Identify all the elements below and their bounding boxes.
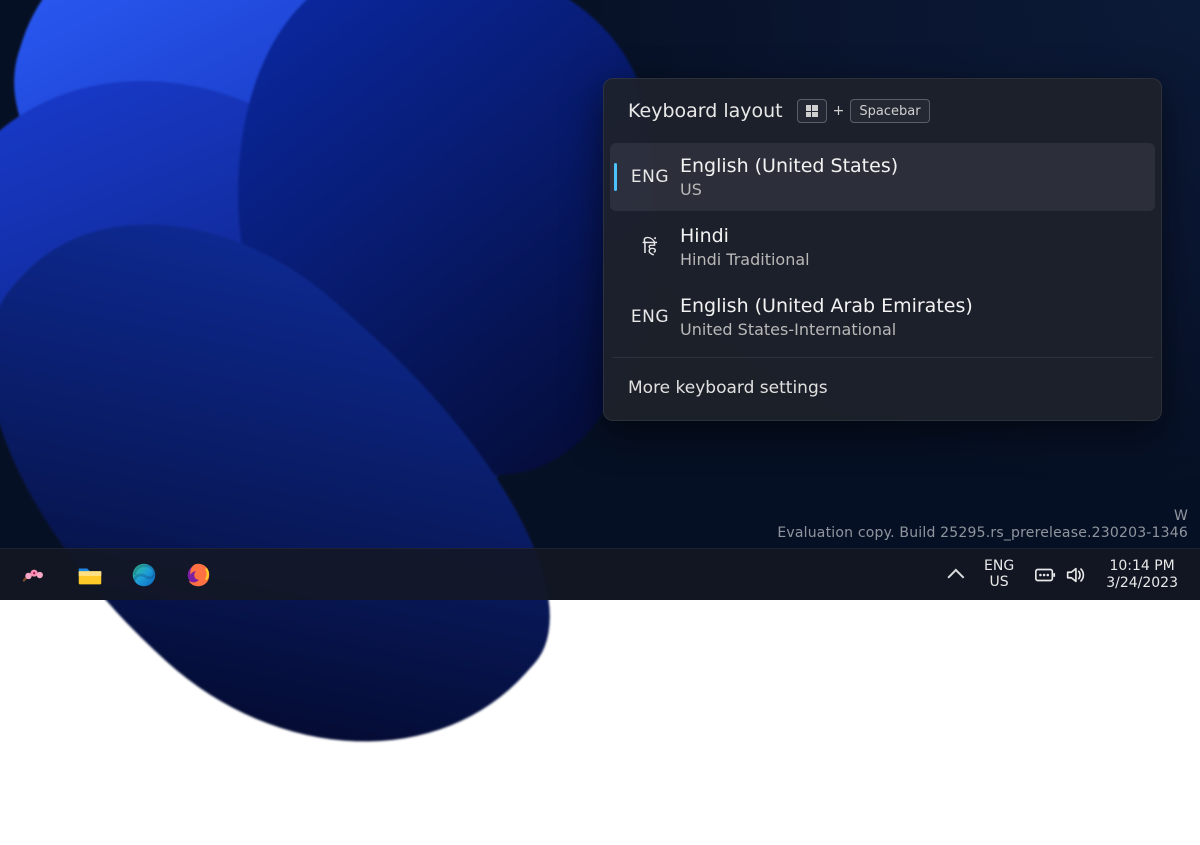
layout-name: Hindi: [680, 225, 810, 247]
taskbar-app-widgets[interactable]: [12, 553, 60, 597]
firefox-icon: [183, 560, 213, 590]
taskbar-pinned-apps: [12, 553, 222, 597]
keyboard-layout-item[interactable]: ENG English (United Arab Emirates) Unite…: [610, 283, 1155, 351]
tray-overflow-button[interactable]: [944, 553, 972, 597]
desktop-watermark: W Evaluation copy. Build 25295.rs_prerel…: [777, 508, 1188, 542]
clock-time: 10:14 PM: [1109, 558, 1174, 574]
ime-layout: US: [990, 575, 1009, 590]
layout-code: ENG: [620, 167, 680, 187]
clock-date: 3/24/2023: [1106, 575, 1178, 591]
layout-sub: US: [680, 180, 898, 199]
edge-icon: [129, 560, 159, 590]
taskbar-app-file-explorer[interactable]: [66, 553, 114, 597]
windows-key-icon: [797, 99, 827, 123]
ime-lang: ENG: [984, 559, 1014, 574]
flyout-shortcut: + Spacebar: [797, 99, 930, 123]
watermark-line2: Evaluation copy. Build 25295.rs_prerelea…: [777, 525, 1188, 542]
flyout-header: Keyboard layout + Spacebar: [610, 85, 1155, 143]
layout-code: ENG: [620, 307, 680, 327]
blossom-icon: [21, 560, 51, 590]
layout-name: English (United States): [680, 155, 898, 177]
taskbar: ENG US 10:14 PM 3/24/2023: [0, 548, 1200, 600]
keyboard-layout-list: ENG English (United States) US हिं Hindi…: [610, 143, 1155, 351]
layout-code: हिं: [620, 235, 680, 259]
tray-input-method-button[interactable]: ENG US: [974, 553, 1024, 597]
more-keyboard-settings-link[interactable]: More keyboard settings: [610, 364, 1155, 414]
layout-sub: United States-International: [680, 320, 973, 339]
spacebar-key: Spacebar: [850, 99, 929, 123]
chevron-up-icon: [952, 569, 964, 581]
network-icon: [1034, 564, 1056, 586]
tray-quick-settings-button[interactable]: [1026, 553, 1094, 597]
layout-name: English (United Arab Emirates): [680, 295, 973, 317]
keyboard-layout-item[interactable]: हिं Hindi Hindi Traditional: [610, 213, 1155, 281]
taskbar-app-edge[interactable]: [120, 553, 168, 597]
keyboard-layout-item[interactable]: ENG English (United States) US: [610, 143, 1155, 211]
volume-icon: [1064, 564, 1086, 586]
watermark-line1: W: [777, 508, 1188, 525]
flyout-separator: [612, 357, 1153, 358]
shortcut-plus: +: [833, 103, 845, 119]
keyboard-layout-flyout: Keyboard layout + Spacebar ENG English (…: [603, 78, 1162, 421]
selection-indicator: [614, 163, 617, 191]
tray-clock-button[interactable]: 10:14 PM 3/24/2023: [1096, 553, 1188, 597]
taskbar-app-firefox[interactable]: [174, 553, 222, 597]
taskbar-system-tray: ENG US 10:14 PM 3/24/2023: [944, 553, 1188, 597]
layout-sub: Hindi Traditional: [680, 250, 810, 269]
folder-icon: [75, 560, 105, 590]
flyout-title: Keyboard layout: [628, 100, 783, 122]
